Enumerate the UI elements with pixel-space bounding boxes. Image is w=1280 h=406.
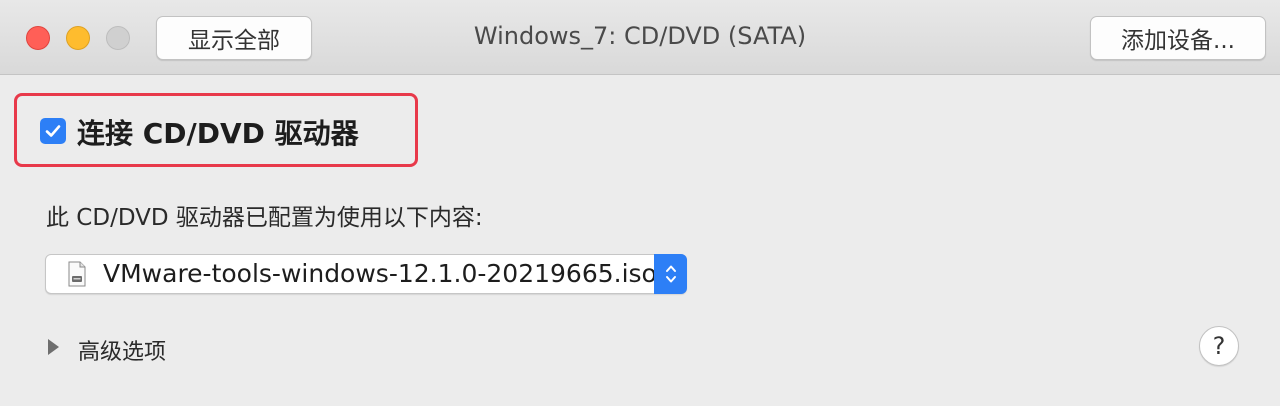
checkmark-icon [45, 125, 61, 137]
disclosure-triangle-icon[interactable] [46, 338, 60, 356]
iso-file-popup[interactable]: VMware-tools-windows-12.1.0-20219665.iso [45, 254, 687, 294]
popup-stepper[interactable] [654, 254, 687, 294]
disk-image-icon [68, 261, 86, 287]
title-bar: 显示全部 Windows_7: CD/DVD (SATA) 添加设备... [0, 0, 1280, 75]
advanced-options-label[interactable]: 高级选项 [78, 334, 166, 366]
add-device-button[interactable]: 添加设备... [1090, 16, 1266, 60]
selected-file-name: VMware-tools-windows-12.1.0-20219665.iso [103, 259, 657, 288]
config-description: 此 CD/DVD 驱动器已配置为使用以下内容: [46, 205, 483, 231]
help-button[interactable]: ? [1199, 326, 1239, 366]
connect-drive-checkbox[interactable] [40, 118, 66, 144]
window-title: Windows_7: CD/DVD (SATA) [473, 22, 807, 50]
connect-drive-label[interactable]: 连接 CD/DVD 驱动器 [77, 112, 359, 152]
chevron-up-down-icon [665, 265, 676, 283]
